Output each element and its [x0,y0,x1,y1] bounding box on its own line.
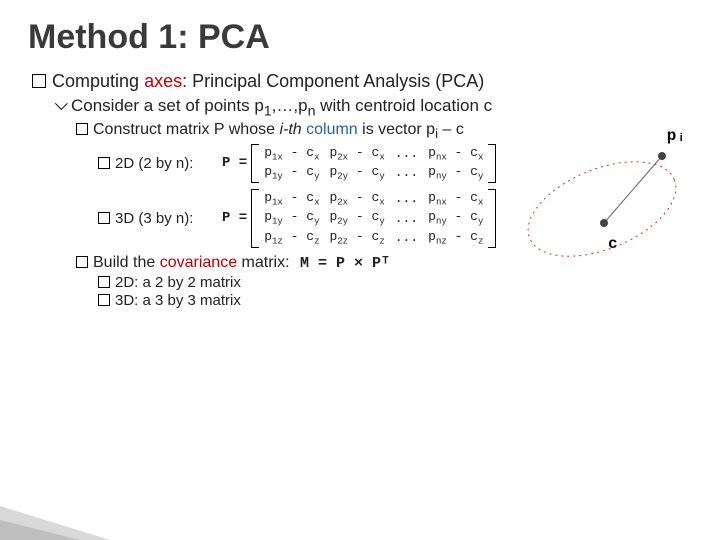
cell: pny - cy [423,208,488,228]
bullet-square-icon [32,74,46,88]
text-axes: axes [144,71,182,91]
text: – c [438,121,464,138]
bullet-square-icon [76,256,88,268]
label-2d: 2D (2 by n): [98,155,218,172]
bullet-square-icon [98,294,110,306]
bullet-square-icon [98,157,110,169]
text: with centroid location c [315,96,492,115]
text: 3D: a 3 by 3 matrix [115,292,241,309]
bullet-computing: Computing axes: Principal Component Anal… [32,71,692,92]
cell: p2x - cx [324,189,389,209]
cell: pny - cy [423,163,488,183]
bracket-icon [488,144,496,183]
page-title: Method 1: PCA [28,18,692,57]
bullet-square-icon [98,276,110,288]
p-equals: P = [222,210,247,226]
bracket-icon [251,189,259,248]
cell: p1x - cx [259,144,324,164]
cell: pnx - cx [423,189,488,209]
matrix-table: p1x - cx p2x - cx ... pnx - cx p1y - cy … [259,144,488,183]
label-pi: pᵢ [667,127,686,145]
bullet-square-icon [98,212,110,224]
cell: pnz - cz [423,228,488,248]
text: matrix: [237,254,294,271]
bullet-square-icon [76,123,88,135]
text: 2D (2 by n): [115,155,193,172]
cell: p1x - cx [259,189,324,209]
cell: p1z - cz [259,228,324,248]
bullet-diamond-icon [55,97,68,110]
cell: ... [390,189,423,209]
text: ,…,p [272,96,308,115]
text: Consider a set of points p [71,96,264,115]
text: Build the [93,254,160,271]
matrix-2d: p1x - cx p2x - cx ... pnx - cx p1y - cy … [251,144,496,183]
cell: ... [390,144,423,164]
cov-formula: M = P × Pᵀ [300,255,390,272]
bracket-icon [251,144,259,183]
text: is vector p [358,121,435,138]
cell: pnx - cx [423,144,488,164]
label-c: c [608,235,618,253]
text: Construct matrix P whose [93,121,279,138]
text: : Principal Component Analysis (PCA) [182,71,484,91]
matrix-table: p1x - cx p2x - cx ... pnx - cx p1y - cy … [259,189,488,248]
text-covariance: covariance [160,254,237,271]
text: 2D: a 2 by 2 matrix [115,274,241,291]
cell: p2y - cy [324,208,389,228]
p-equals: P = [222,155,247,171]
cell: p2x - cx [324,144,389,164]
cell: p2y - cy [324,163,389,183]
slide-accent-icon [0,488,110,540]
text-ith: i-th [279,121,301,138]
text: 3D (3 by n): [115,210,193,227]
label-3d: 3D (3 by n): [98,210,218,227]
bracket-icon [488,189,496,248]
cell: p2z - cz [324,228,389,248]
ellipse-icon [512,131,692,271]
bullet-consider: Consider a set of points p1,…,pn with ce… [54,96,692,119]
cell: p1y - cy [259,208,324,228]
figure-point-cloud: pᵢ c [512,131,692,271]
cell: ... [390,208,423,228]
cell: p1y - cy [259,163,324,183]
text-column: column [302,121,358,138]
slide: Method 1: PCA Computing axes: Principal … [0,0,720,309]
sub: 1 [264,103,272,119]
matrix-3d: p1x - cx p2x - cx ... pnx - cx p1y - cy … [251,189,496,248]
cell: ... [390,163,423,183]
cell: ... [390,228,423,248]
bullet-sub-3d: 3D: a 3 by 3 matrix [98,292,692,309]
bullet-sub-2d: 2D: a 2 by 2 matrix [98,274,692,291]
text: Computing [52,71,144,91]
